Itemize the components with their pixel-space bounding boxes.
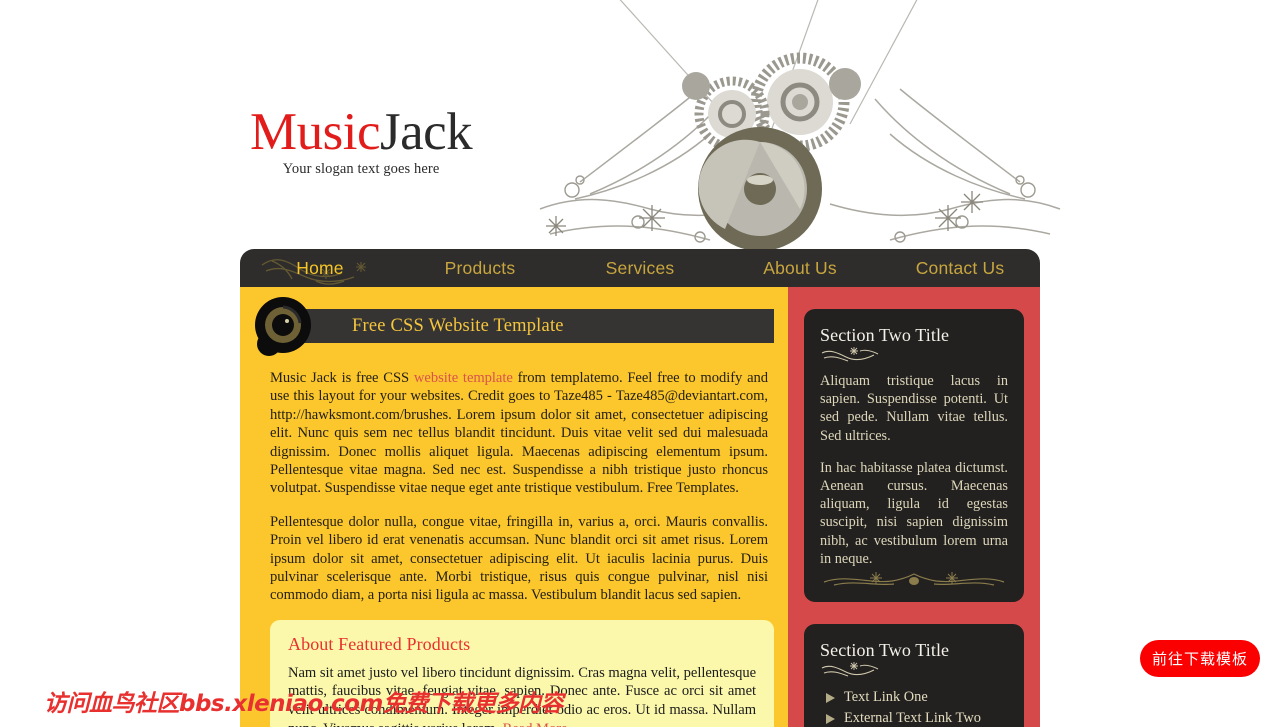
speaker-floral-graphic bbox=[539, 0, 1061, 249]
site-watermark: 访问血鸟社区bbs.xleniao.com免费下载更多内容 bbox=[44, 691, 563, 717]
content-wrapper: Home Products Services About Us Contact … bbox=[240, 249, 1040, 727]
sidebar-box1-para2: In hac habitasse platea dictumst. Aenean… bbox=[820, 459, 1008, 567]
logo-text: MusicJack bbox=[250, 103, 473, 161]
logo-primary: Music bbox=[250, 103, 381, 161]
page-title: Free CSS Website Template bbox=[352, 315, 564, 336]
nav-item-services[interactable]: Services bbox=[560, 258, 720, 279]
triangle-bullet-icon bbox=[826, 692, 835, 703]
body-columns: Free CSS Website Template Music Jack is … bbox=[240, 287, 1040, 727]
featured-title: About Featured Products bbox=[288, 633, 471, 654]
main-content-column: Free CSS Website Template Music Jack is … bbox=[240, 287, 788, 727]
sidebar-box-links: Section Two Title Text Link One External… bbox=[804, 624, 1024, 727]
sidebar-box1-para1: Aliquam tristique lacus in sapien. Suspe… bbox=[820, 373, 1008, 444]
intro-text-after: from templatemo. Feel free to modify and… bbox=[270, 370, 768, 497]
logo-secondary: Jack bbox=[380, 103, 473, 161]
sidebar-link-list: Text Link One External Text Link Two Tex… bbox=[820, 687, 1008, 727]
heading-bar: Free CSS Website Template bbox=[290, 309, 774, 343]
site-logo[interactable]: MusicJack Your slogan text goes here bbox=[250, 103, 473, 178]
list-item[interactable]: Text Link One bbox=[820, 687, 1008, 708]
site-header: MusicJack Your slogan text goes here bbox=[0, 0, 1280, 249]
vinyl-record-icon bbox=[255, 297, 311, 356]
title-flourish-icon bbox=[821, 347, 879, 362]
triangle-bullet-icon bbox=[826, 713, 835, 724]
list-item[interactable]: External Text Link Two bbox=[820, 708, 1008, 727]
nav-item-contact-us[interactable]: Contact Us bbox=[880, 258, 1040, 279]
section-heading: Free CSS Website Template bbox=[255, 297, 774, 356]
sidebar-box1-title: Section Two Title bbox=[820, 325, 950, 345]
download-template-button[interactable]: 前往下载模板 bbox=[1140, 640, 1260, 677]
page-root: MusicJack Your slogan text goes here Hom… bbox=[0, 0, 1280, 727]
nav-item-products[interactable]: Products bbox=[400, 258, 560, 279]
intro-text-before: Music Jack is free CSS bbox=[270, 370, 414, 386]
site-slogan: Your slogan text goes here bbox=[282, 161, 440, 177]
website-template-link[interactable]: website template bbox=[414, 370, 513, 386]
sidebar-column: Section Two Title Aliquam tristique lacu… bbox=[788, 287, 1040, 727]
bottom-flourish-icon bbox=[823, 572, 1005, 586]
sidebar-box-text: Section Two Title Aliquam tristique lacu… bbox=[804, 309, 1024, 603]
read-more-link[interactable]: Read More... bbox=[503, 721, 579, 727]
nav-item-about-us[interactable]: About Us bbox=[720, 258, 880, 279]
second-paragraph: Pellentesque dolor nulla, congue vitae, … bbox=[270, 513, 768, 604]
sidebar-box2-title: Section Two Title bbox=[820, 640, 950, 661]
intro-paragraph: Music Jack is free CSS website template … bbox=[270, 369, 768, 498]
title-flourish-icon-2 bbox=[821, 662, 879, 677]
sidebar-link-2[interactable]: External Text Link Two bbox=[844, 710, 981, 727]
sidebar-link-1[interactable]: Text Link One bbox=[844, 689, 928, 706]
main-navigation: Home Products Services About Us Contact … bbox=[240, 249, 1040, 287]
nav-item-home[interactable]: Home bbox=[240, 258, 400, 279]
